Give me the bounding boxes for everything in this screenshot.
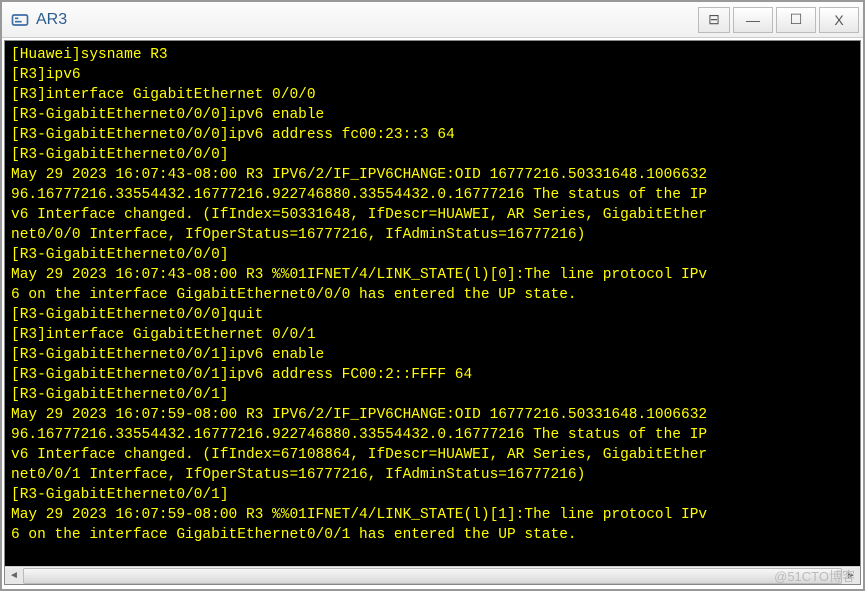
- close-button[interactable]: X: [819, 7, 859, 33]
- terminal-line: [R3-GigabitEthernet0/0/0]: [11, 245, 854, 265]
- terminal-line: net0/0/1 Interface, IfOperStatus=1677721…: [11, 465, 854, 485]
- terminal-line: [R3-GigabitEthernet0/0/1]: [11, 385, 854, 405]
- terminal-line: 6 on the interface GigabitEthernet0/0/1 …: [11, 525, 854, 545]
- window-controls: ⊟ — ☐ X: [695, 7, 859, 33]
- terminal-line: May 29 2023 16:07:43-08:00 R3 IPV6/2/IF_…: [11, 165, 854, 185]
- terminal-line: [R3-GigabitEthernet0/0/1]ipv6 address FC…: [11, 365, 854, 385]
- minimize-button[interactable]: —: [733, 7, 773, 33]
- maximize-button[interactable]: ☐: [776, 7, 816, 33]
- terminal-line: v6 Interface changed. (IfIndex=50331648,…: [11, 205, 854, 225]
- terminal-container: [Huawei]sysname R3[R3]ipv6[R3]interface …: [4, 40, 861, 585]
- terminal-line: 6 on the interface GigabitEthernet0/0/0 …: [11, 285, 854, 305]
- terminal-line: v6 Interface changed. (IfIndex=67108864,…: [11, 445, 854, 465]
- terminal-line: [R3-GigabitEthernet0/0/0]: [11, 145, 854, 165]
- terminal-line: [R3-GigabitEthernet0/0/1]ipv6 enable: [11, 345, 854, 365]
- terminal-line: [R3-GigabitEthernet0/0/1]: [11, 485, 854, 505]
- terminal-line: May 29 2023 16:07:59-08:00 R3 %%01IFNET/…: [11, 505, 854, 525]
- terminal-line: May 29 2023 16:07:59-08:00 R3 IPV6/2/IF_…: [11, 405, 854, 425]
- terminal-line: [R3]interface GigabitEthernet 0/0/1: [11, 325, 854, 345]
- terminal-line: [Huawei]sysname R3: [11, 45, 854, 65]
- terminal-line: [R3-GigabitEthernet0/0/0]ipv6 address fc…: [11, 125, 854, 145]
- window-title: AR3: [36, 11, 695, 29]
- scroll-left-arrow[interactable]: ◄: [5, 568, 23, 584]
- scroll-thumb[interactable]: [23, 568, 842, 584]
- app-icon: [10, 10, 30, 30]
- horizontal-scrollbar[interactable]: ◄ ►: [5, 566, 860, 584]
- terminal-line: net0/0/0 Interface, IfOperStatus=1677721…: [11, 225, 854, 245]
- terminal-line: [R3]ipv6: [11, 65, 854, 85]
- terminal-line: May 29 2023 16:07:43-08:00 R3 %%01IFNET/…: [11, 265, 854, 285]
- terminal-line: [R3-GigabitEthernet0/0/0]ipv6 enable: [11, 105, 854, 125]
- extra-button[interactable]: ⊟: [698, 7, 730, 33]
- terminal-line: [R3]interface GigabitEthernet 0/0/0: [11, 85, 854, 105]
- scroll-track[interactable]: [23, 568, 842, 584]
- titlebar[interactable]: AR3 ⊟ — ☐ X: [2, 2, 863, 38]
- watermark: @51CTO博客: [774, 566, 855, 585]
- terminal-output[interactable]: [Huawei]sysname R3[R3]ipv6[R3]interface …: [5, 41, 860, 566]
- terminal-line: 96.16777216.33554432.16777216.922746880.…: [11, 425, 854, 445]
- terminal-line: 96.16777216.33554432.16777216.922746880.…: [11, 185, 854, 205]
- terminal-line: [R3-GigabitEthernet0/0/0]quit: [11, 305, 854, 325]
